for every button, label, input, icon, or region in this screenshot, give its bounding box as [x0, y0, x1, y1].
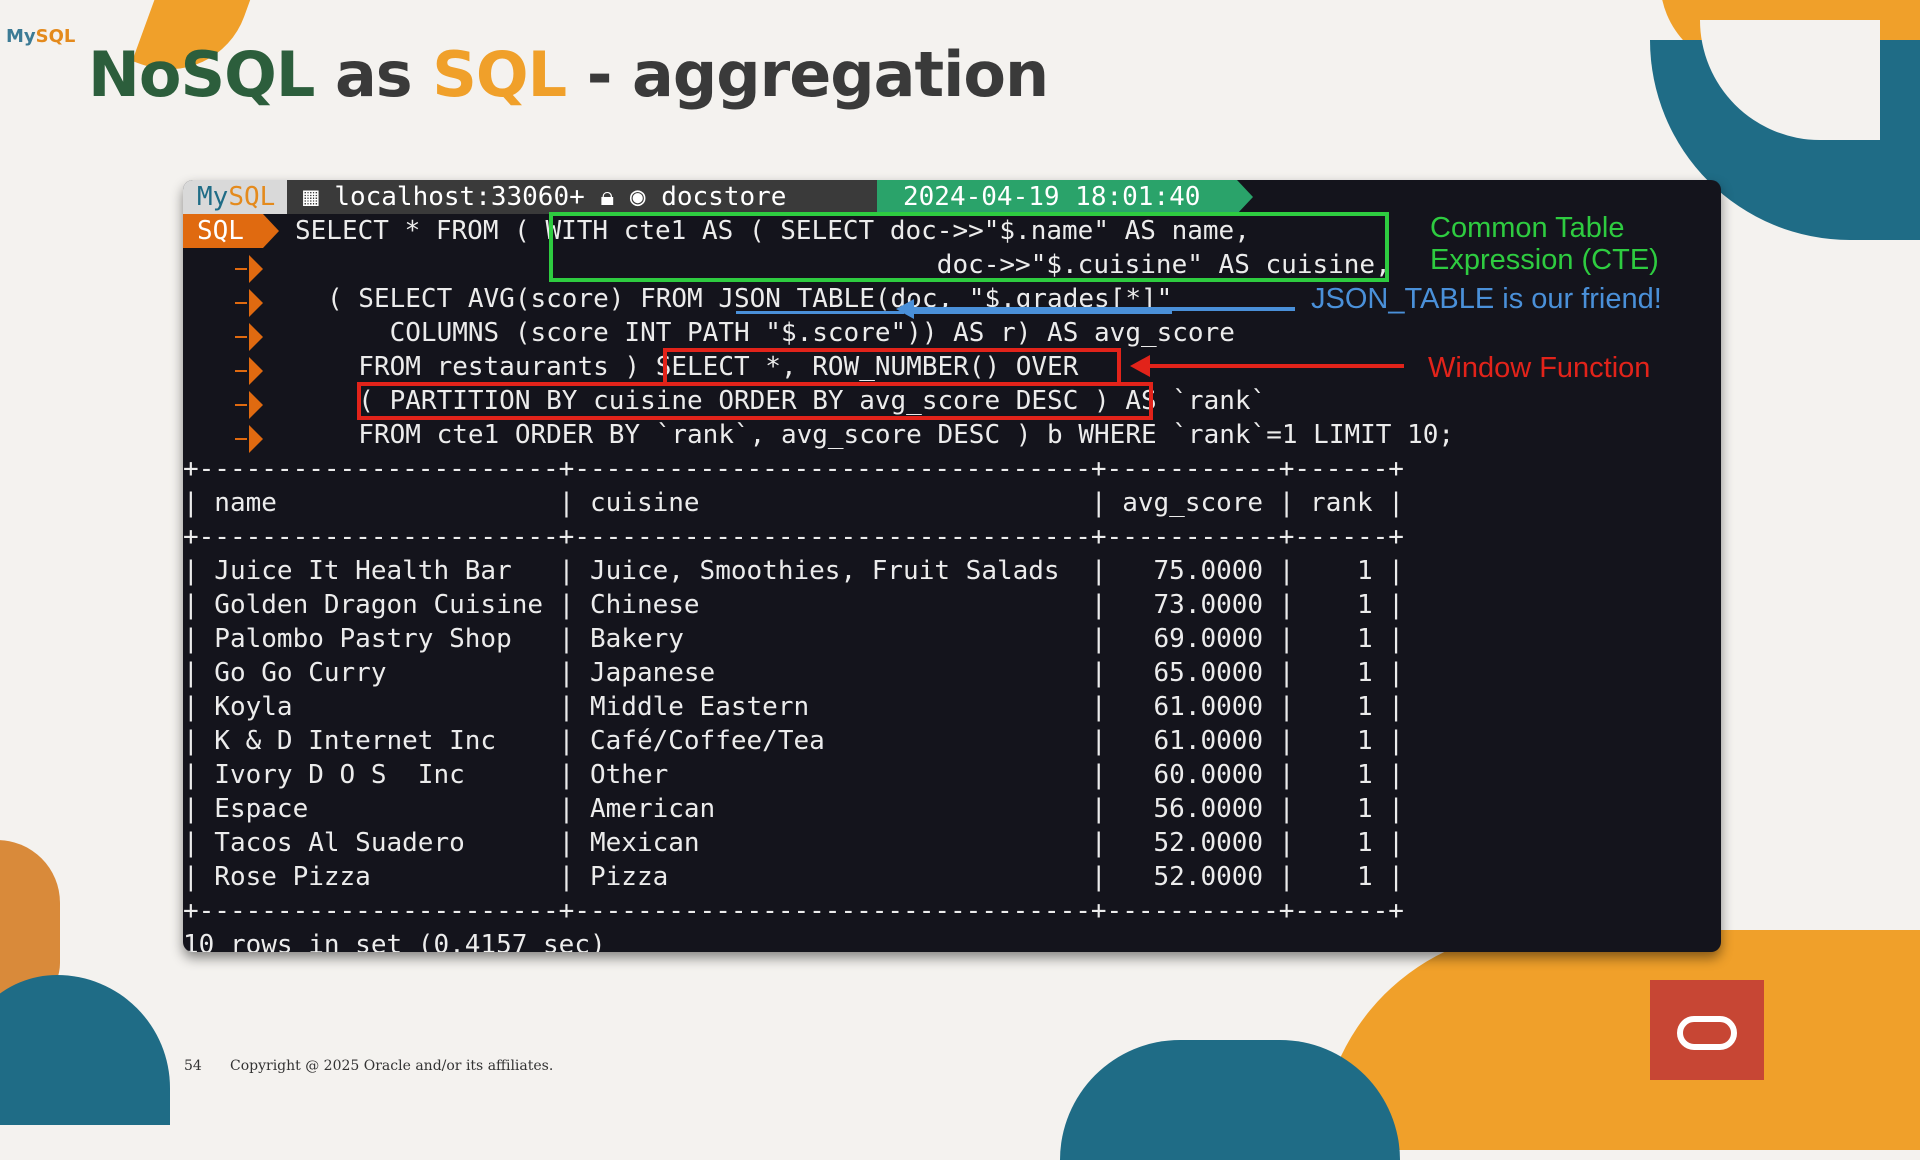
- mysql-logo: MySQL: [6, 26, 75, 47]
- table-header-row: | name | cuisine | avg_score | rank |: [183, 488, 1404, 518]
- title-part: - aggregation: [566, 38, 1049, 111]
- brand-text-accent: SQL: [35, 26, 76, 47]
- table-row: | Juice It Health Bar | Juice, Smoothies…: [183, 556, 1404, 586]
- prompt-host-segment: ▦ localhost:33060+ 🔒︎ ◉ docstore: [287, 180, 877, 214]
- table-border: +-----------------------+---------------…: [183, 454, 1404, 484]
- title-part: as: [314, 38, 433, 111]
- table-border: +-----------------------+---------------…: [183, 896, 1404, 926]
- table-row: | Koyla | Middle Eastern | 61.0000 | 1 |: [183, 692, 1404, 722]
- table-row: | Rose Pizza | Pizza | 52.0000 | 1 |: [183, 862, 1404, 892]
- table-row: | Palombo Pastry Shop | Bakery | 69.0000…: [183, 624, 1404, 654]
- page-title: NoSQL as SQL - aggregation: [88, 38, 1049, 111]
- lock-icon: 🔒︎: [584, 182, 630, 212]
- table-row: | Golden Dragon Cuisine | Chinese | 73.0…: [183, 590, 1404, 620]
- sql-mode-badge: SQL: [183, 214, 263, 248]
- oracle-logo-ring: [1677, 1016, 1737, 1050]
- json-table-underline: [912, 311, 1172, 314]
- window-function-annotation: Window Function: [1428, 352, 1651, 384]
- json-table-underline: [736, 311, 904, 314]
- decorative-shape: [1320, 930, 1920, 1150]
- continuation-arrow: [235, 323, 263, 351]
- json-table-annotation: JSON_TABLE is our friend!: [1311, 283, 1662, 315]
- sql-mode-label: SQL: [197, 216, 244, 246]
- prompt-datetime: 2024-04-19 18:01:40: [903, 182, 1201, 212]
- continuation-arrow: [235, 357, 263, 385]
- table-border: +-----------------------+---------------…: [183, 522, 1404, 552]
- query-line: FROM cte1 ORDER BY `rank`, avg_score DES…: [327, 420, 1455, 450]
- brand-text: My: [6, 26, 36, 47]
- table-row: | Espace | American | 56.0000 | 1 |: [183, 794, 1404, 824]
- table-row: | K & D Internet Inc | Café/Coffee/Tea |…: [183, 726, 1404, 756]
- prompt-app-segment: MySQL: [183, 180, 287, 214]
- result-summary: 10 rows in set (0.4157 sec): [183, 930, 606, 952]
- title-part: SQL: [432, 38, 567, 111]
- title-part: NoSQL: [88, 38, 315, 111]
- cte-annotation: Common Table: [1430, 212, 1625, 244]
- prompt-bar: MySQL ▦ localhost:33060+ 🔒︎ ◉ docstore 2…: [183, 180, 1273, 214]
- table-row: | Ivory D O S Inc | Other | 60.0000 | 1 …: [183, 760, 1404, 790]
- prompt-separator: [263, 214, 279, 248]
- table-row: | Go Go Curry | Japanese | 65.0000 | 1 |: [183, 658, 1404, 688]
- database-icon: ◉: [629, 182, 662, 212]
- decorative-shape: [0, 975, 170, 1125]
- continuation-arrow: [235, 425, 263, 453]
- copyright-text: Copyright @ 2025 Oracle and/or its affil…: [230, 1058, 554, 1074]
- continuation-arrow: [235, 255, 263, 283]
- server-icon: ▦: [303, 182, 335, 212]
- prompt-host: localhost:33060+: [334, 182, 585, 212]
- partition-highlight-box: [357, 382, 1153, 420]
- cte-highlight-box: [549, 212, 1389, 282]
- continuation-arrow: [235, 289, 263, 317]
- cte-annotation: Expression (CTE): [1430, 244, 1659, 276]
- query-line: COLUMNS (score INT PATH "$.score")) AS r…: [327, 318, 1235, 348]
- page-number: 54: [184, 1058, 202, 1074]
- prompt-date-segment: 2024-04-19 18:01:40: [877, 180, 1237, 214]
- window-function-highlight-box: [663, 348, 1121, 386]
- prompt-schema: docstore: [661, 182, 787, 212]
- continuation-arrow: [235, 391, 263, 419]
- table-row: | Tacos Al Suadero | Mexican | 52.0000 |…: [183, 828, 1404, 858]
- prompt-separator: [1237, 180, 1253, 214]
